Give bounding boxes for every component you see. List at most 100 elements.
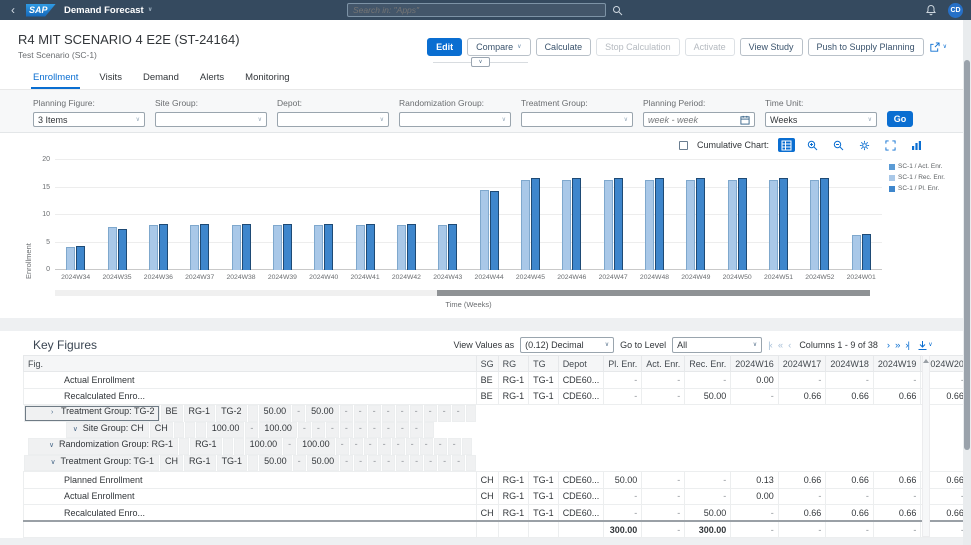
week-cell[interactable]: - (420, 438, 433, 455)
week-cell[interactable]: - (438, 455, 451, 472)
column-header-2024w19[interactable]: 2024W19 (873, 356, 921, 372)
rec-enr-cell[interactable]: 50.00 (685, 505, 731, 522)
tg-cell[interactable]: TG-2 (216, 405, 247, 422)
act-enr-cell[interactable]: - (642, 505, 685, 522)
week-cell[interactable]: - (364, 438, 377, 455)
avatar[interactable]: CD (948, 3, 963, 18)
chart-type-button[interactable] (908, 138, 925, 152)
show-table-view-button[interactable] (778, 138, 795, 152)
column-header-act-enr[interactable]: Act. Enr. (642, 356, 685, 372)
week-cell[interactable]: - (452, 405, 465, 422)
column-header-sg[interactable]: SG (476, 356, 498, 372)
collapse-node-icon[interactable]: ∨ (73, 425, 83, 433)
total-week-cell[interactable]: - (778, 521, 826, 538)
week-cell[interactable]: - (438, 405, 451, 422)
calculate-button[interactable]: Calculate (536, 38, 592, 56)
week-cell[interactable]: 0.66 (873, 472, 921, 489)
depot-select[interactable]: ∨ (277, 112, 389, 127)
go-to-level-select[interactable]: All∨ (672, 337, 762, 353)
rec-enr-cell[interactable]: 50.00 (307, 455, 340, 472)
collapse-header-button[interactable]: ∨ (471, 57, 490, 67)
week-cell[interactable]: - (326, 422, 339, 439)
column-header-2024w17[interactable]: 2024W17 (778, 356, 826, 372)
week-cell[interactable]: - (731, 505, 779, 522)
week-cell[interactable]: - (826, 372, 874, 389)
sg-cell[interactable]: CH (160, 455, 183, 472)
randomization-group-select[interactable]: ∨ (399, 112, 511, 127)
tg-cell[interactable]: TG-1 (217, 455, 248, 472)
rg-cell[interactable]: RG-1 (498, 488, 529, 505)
page-scrollbar-thumb[interactable] (964, 60, 970, 450)
week-cell[interactable]: - (731, 388, 779, 405)
previous-column-icon[interactable]: ‹ (788, 340, 790, 351)
fig-cell[interactable]: Actual Enrollment (24, 488, 477, 505)
share-button[interactable]: ∨ (929, 42, 947, 53)
week-cell[interactable]: 0.66 (778, 472, 826, 489)
last-columns-icon[interactable]: ›| (905, 340, 909, 351)
zoom-out-button[interactable] (830, 138, 847, 152)
chart-scrollbar-thumb[interactable] (437, 290, 870, 296)
week-cell[interactable]: - (336, 438, 349, 455)
week-cell[interactable]: 0.66 (778, 505, 826, 522)
rec-enr-cell[interactable]: 100.00 (297, 438, 335, 455)
time-unit-select[interactable]: Weeks∨ (765, 112, 877, 127)
week-cell[interactable]: - (340, 455, 353, 472)
rg-cell[interactable]: RG-1 (498, 388, 529, 405)
sg-cell[interactable]: CH (476, 505, 498, 522)
week-cell[interactable]: - (873, 372, 921, 389)
depot-cell[interactable]: CDE60... (558, 372, 604, 389)
week-cell[interactable]: - (410, 405, 423, 422)
rg-cell[interactable] (174, 422, 184, 439)
column-header-2024w18[interactable]: 2024W18 (826, 356, 874, 372)
previous-page-icon[interactable]: ‹‹ (778, 340, 782, 351)
cumulative-chart-checkbox[interactable] (679, 141, 688, 150)
week-cell[interactable]: 0.66 (873, 388, 921, 405)
depot-cell[interactable] (248, 455, 258, 472)
act-enr-cell[interactable]: - (292, 405, 305, 422)
tg-cell[interactable]: TG-1 (529, 388, 559, 405)
sg-cell[interactable]: BE (476, 372, 498, 389)
collapse-node-icon[interactable]: ∨ (49, 441, 59, 449)
total-rec-cell[interactable]: 300.00 (685, 521, 731, 538)
fig-cell[interactable]: ›Treatment Group: TG-2 (24, 405, 160, 422)
week-cell[interactable]: - (354, 422, 367, 439)
tg-cell[interactable]: TG-1 (529, 372, 559, 389)
table-scrollbar[interactable] (922, 355, 930, 537)
push-to-supply-planning-button[interactable]: Push to Supply Planning (808, 38, 924, 56)
week-cell[interactable]: 0.66 (873, 505, 921, 522)
sg-cell[interactable]: CH (476, 488, 498, 505)
rec-enr-cell[interactable]: 50.00 (306, 405, 339, 422)
week-cell[interactable]: - (448, 438, 461, 455)
week-cell[interactable]: - (424, 455, 437, 472)
zoom-in-button[interactable] (804, 138, 821, 152)
week-cell[interactable]: 0.66 (826, 388, 874, 405)
act-enr-cell[interactable]: - (642, 472, 685, 489)
week-cell[interactable]: - (396, 455, 409, 472)
week-cell[interactable]: - (340, 405, 353, 422)
column-header-depot[interactable]: Depot (558, 356, 604, 372)
pl-enr-cell[interactable]: - (604, 488, 642, 505)
act-enr-cell[interactable]: - (283, 438, 296, 455)
tg-cell[interactable] (223, 438, 233, 455)
column-header-fig[interactable]: Fig. (24, 356, 477, 372)
week-cell[interactable]: - (354, 405, 367, 422)
tab-visits[interactable]: Visits (99, 72, 122, 89)
total-week-cell[interactable]: - (731, 521, 779, 538)
first-columns-icon[interactable]: |‹ (768, 340, 772, 351)
week-cell[interactable]: - (452, 455, 465, 472)
fullscreen-button[interactable] (882, 138, 899, 152)
fig-cell[interactable]: Recalculated Enro... (24, 388, 477, 405)
week-cell[interactable]: - (410, 422, 423, 439)
week-cell[interactable]: - (424, 405, 437, 422)
fig-cell[interactable]: Planned Enrollment (24, 472, 477, 489)
page-scrollbar[interactable] (963, 20, 971, 545)
week-cell[interactable]: - (826, 488, 874, 505)
chart-scrollbar-track[interactable] (55, 290, 870, 296)
next-page-icon[interactable]: ›› (895, 340, 899, 351)
depot-cell[interactable]: CDE60... (558, 488, 604, 505)
total-week-cell[interactable]: - (873, 521, 921, 538)
column-header-rec-enr[interactable]: Rec. Enr. (685, 356, 731, 372)
search-icon[interactable] (612, 5, 623, 16)
act-enr-cell[interactable]: - (642, 488, 685, 505)
pl-enr-cell[interactable]: - (604, 388, 642, 405)
